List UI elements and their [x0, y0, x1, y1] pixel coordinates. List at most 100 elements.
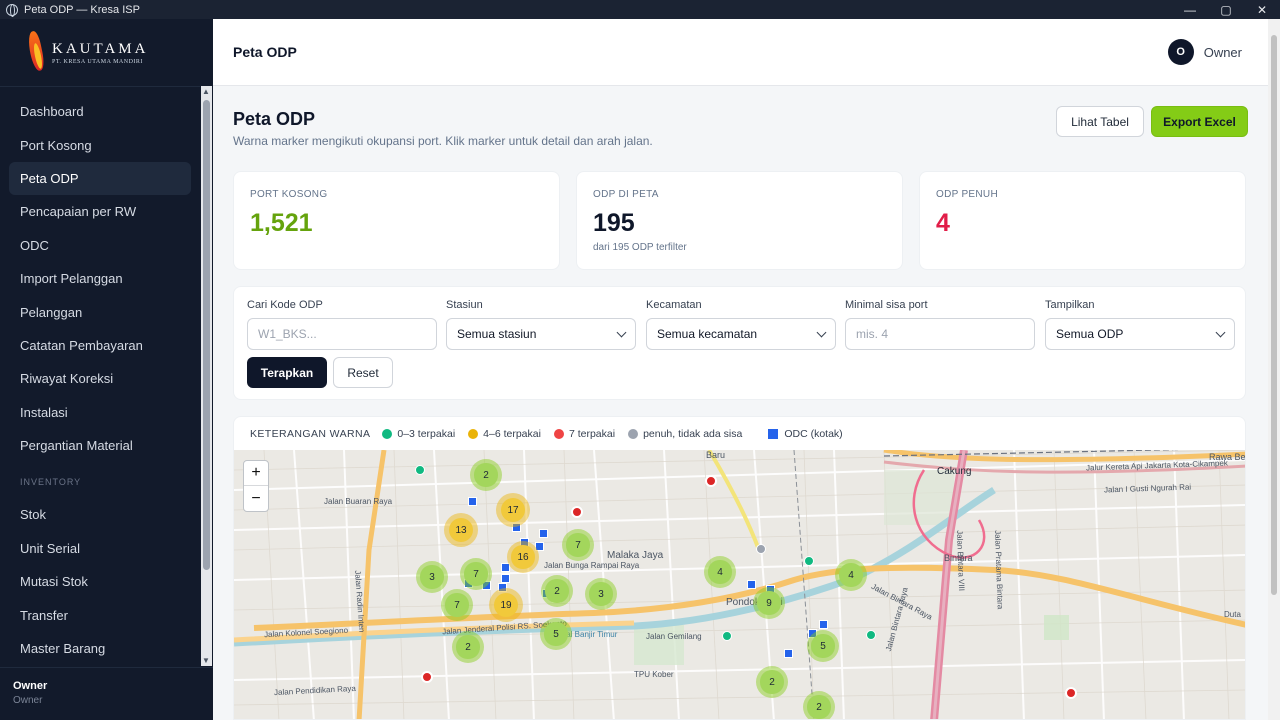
cluster-marker[interactable]: 19	[489, 588, 523, 622]
export-excel-button[interactable]: Export Excel	[1151, 106, 1248, 137]
sidebar-item-port-kosong[interactable]: Port Kosong	[9, 128, 191, 161]
cluster-count: 2	[474, 463, 498, 487]
sidebar-item-stok[interactable]: Stok	[9, 498, 191, 531]
odc-marker[interactable]	[819, 620, 828, 629]
sidebar-scrollbar[interactable]: ▲ ▼	[201, 86, 212, 666]
cluster-count: 9	[757, 591, 781, 615]
odp-marker[interactable]	[756, 544, 766, 554]
sidebar-item-instalasi[interactable]: Instalasi	[9, 396, 191, 429]
odp-marker[interactable]	[866, 630, 876, 640]
legend-item: ODC (kotak)	[768, 427, 843, 440]
odc-marker[interactable]	[747, 580, 756, 589]
legend-title: KETERANGAN WARNA	[250, 427, 371, 440]
kecamatan-select[interactable]: Semua kecamatan	[646, 318, 836, 350]
full-odp-marker[interactable]	[421, 671, 433, 683]
sidebar-item-peta-odp[interactable]: Peta ODP	[9, 161, 191, 196]
odc-marker[interactable]	[539, 529, 548, 538]
sidebar-scroll-thumb[interactable]	[203, 100, 210, 570]
stasiun-select[interactable]: Semua stasiun	[446, 318, 636, 350]
stat-card-odp-di-peta: ODP DI PETA 195 dari 195 ODP terfilter	[576, 171, 903, 270]
header-title: Peta ODP	[233, 44, 297, 60]
odc-marker[interactable]	[468, 497, 477, 506]
sidebar-item-unit-serial[interactable]: Unit Serial	[9, 532, 191, 565]
cluster-marker[interactable]: 2	[541, 575, 573, 607]
legend-label: 7 terpakai	[568, 427, 616, 440]
apply-button[interactable]: Terapkan	[247, 357, 327, 388]
sidebar-item-import-pelanggan[interactable]: Import Pelanggan	[9, 262, 191, 295]
map-label: Baru	[706, 450, 726, 460]
cluster-marker[interactable]: 7	[460, 558, 492, 590]
minimal-port-input[interactable]: mis. 4	[845, 318, 1035, 350]
page-scroll-thumb[interactable]	[1271, 35, 1277, 595]
sidebar-item-transfer[interactable]: Transfer	[9, 598, 191, 631]
cluster-marker[interactable]: 3	[585, 578, 617, 610]
stat-label: PORT KOSONG	[250, 189, 328, 200]
sidebar: KAUTAMA PT. KRESA UTAMA MANDIRI Dashboar…	[0, 19, 213, 720]
close-button[interactable]: ✕	[1244, 3, 1280, 17]
odp-map[interactable]: + − Jalan Buaran Raya Jalan Radin Inten …	[234, 450, 1245, 719]
full-odp-marker[interactable]	[571, 506, 583, 518]
cluster-marker[interactable]: 17	[496, 493, 530, 527]
scroll-down-icon[interactable]: ▼	[202, 656, 210, 665]
full-odp-marker[interactable]	[705, 475, 717, 487]
stat-value: 4	[936, 209, 950, 237]
brand-tagline: PT. KRESA UTAMA MANDIRI	[52, 58, 143, 65]
cluster-marker[interactable]: 16	[507, 541, 539, 573]
user-menu[interactable]: O Owner	[1167, 39, 1242, 65]
cluster-marker[interactable]: 2	[452, 631, 484, 663]
sidebar-item-riwayat-koreksi[interactable]: Riwayat Koreksi	[9, 362, 191, 395]
cluster-marker[interactable]: 4	[704, 556, 736, 588]
full-odp-marker[interactable]	[1065, 687, 1077, 699]
stat-label: ODP DI PETA	[593, 189, 659, 200]
page-scrollbar[interactable]	[1268, 19, 1280, 720]
cluster-marker[interactable]: 5	[807, 630, 839, 662]
cluster-marker[interactable]: 2	[470, 459, 502, 491]
sidebar-item-odc[interactable]: ODC	[9, 229, 191, 262]
odp-marker[interactable]	[804, 556, 814, 566]
cluster-marker[interactable]: 2	[756, 666, 788, 698]
sidebar-item-pergantian-material[interactable]: Pergantian Material	[9, 429, 191, 462]
kode-odp-input[interactable]: W1_BKS...	[247, 318, 437, 350]
cluster-count: 13	[448, 517, 474, 543]
sidebar-item-catatan-pembayaran[interactable]: Catatan Pembayaran	[9, 329, 191, 362]
maximize-button[interactable]: ▢	[1208, 3, 1244, 17]
zoom-control: + −	[243, 460, 269, 512]
cluster-count: 4	[708, 560, 732, 584]
zoom-in-button[interactable]: +	[244, 461, 268, 486]
cluster-marker[interactable]: 2	[803, 691, 835, 719]
scroll-up-icon[interactable]: ▲	[202, 87, 210, 96]
sidebar-item-master-barang[interactable]: Master Barang	[9, 632, 191, 665]
sidebar-item-pencapaian-rw[interactable]: Pencapaian per RW	[9, 195, 191, 228]
filter-stasiun: Stasiun Semua stasiun	[446, 299, 636, 350]
sidebar-item-mutasi-stok[interactable]: Mutasi Stok	[9, 565, 191, 598]
sidebar-user[interactable]: Owner Owner	[0, 667, 213, 720]
cluster-marker[interactable]: 5	[540, 618, 572, 650]
legend-label: 0–3 terpakai	[397, 427, 456, 440]
cluster-marker[interactable]: 7	[562, 529, 594, 561]
cluster-marker[interactable]: 3	[416, 561, 448, 593]
cluster-marker[interactable]: 13	[444, 513, 478, 547]
legend-label: ODC (kotak)	[784, 427, 843, 440]
chevron-down-icon	[1215, 327, 1226, 338]
zoom-out-button[interactable]: −	[244, 486, 268, 511]
blue-square-icon	[768, 428, 779, 439]
cluster-marker[interactable]: 9	[753, 587, 785, 619]
sidebar-item-pelanggan[interactable]: Pelanggan	[9, 295, 191, 328]
odc-marker[interactable]	[784, 649, 793, 658]
odp-marker[interactable]	[722, 631, 732, 641]
tampilkan-select[interactable]: Semua ODP	[1045, 318, 1235, 350]
cluster-count: 17	[500, 497, 526, 523]
cluster-count: 7	[566, 533, 590, 557]
sidebar-item-dashboard[interactable]: Dashboard	[9, 95, 191, 128]
stat-note: dari 195 ODP terfilter	[593, 242, 687, 253]
cluster-marker[interactable]: 4	[835, 559, 867, 591]
odc-marker[interactable]	[501, 574, 510, 583]
minimize-button[interactable]: —	[1172, 3, 1208, 17]
reset-button[interactable]: Reset	[333, 357, 393, 388]
cluster-marker[interactable]: 7	[441, 589, 473, 621]
view-table-button[interactable]: Lihat Tabel	[1056, 106, 1144, 137]
odp-marker[interactable]	[415, 465, 425, 475]
green-dot-icon	[382, 428, 393, 439]
yellow-dot-icon	[468, 428, 479, 439]
brand-logo[interactable]: KAUTAMA PT. KRESA UTAMA MANDIRI	[0, 19, 213, 86]
